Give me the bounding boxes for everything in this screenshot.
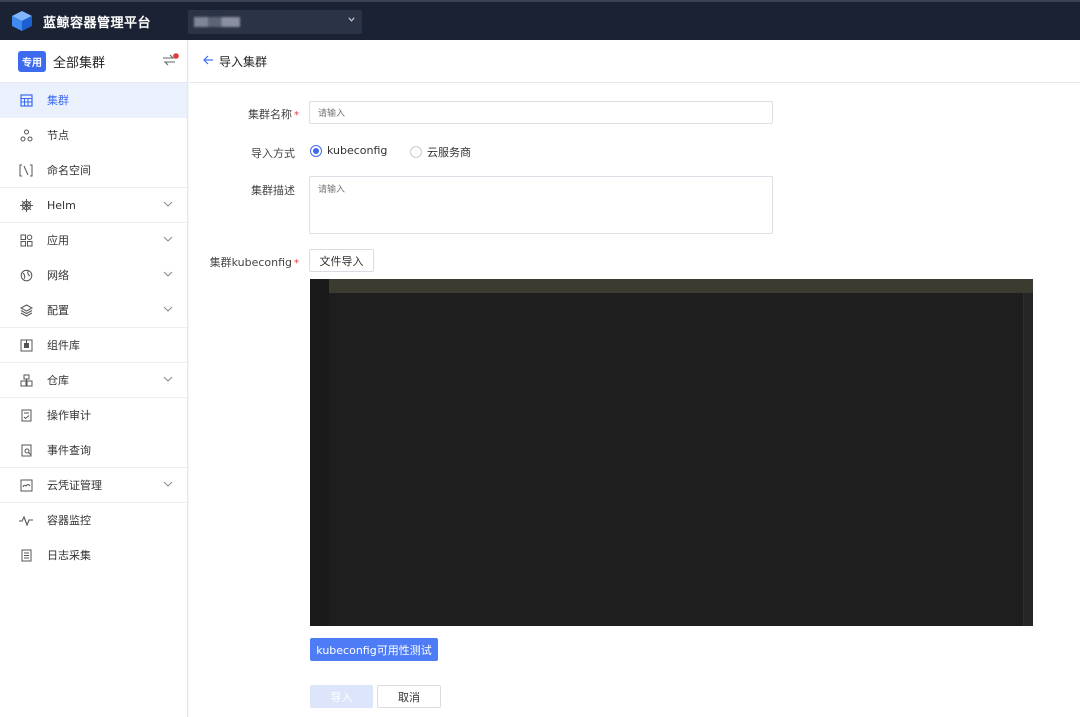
required-mark: * [294,110,299,121]
editor-gutter [310,279,329,626]
chevron-down-icon [163,271,173,277]
cancel-button[interactable]: 取消 [377,685,441,708]
cluster-name-label-text: 集群名称 [248,108,292,121]
environment-select[interactable] [188,10,362,34]
chevron-down-icon [163,376,173,382]
sidebar-item-helm[interactable]: Helm [0,188,187,223]
sidebar-item-events[interactable]: 事件查询 [0,433,187,468]
audit-icon [19,408,33,422]
sidebar-item-namespace[interactable]: 命名空间 [0,153,187,188]
switch-cluster-icon[interactable] [161,53,179,67]
sidebar-item-label: 事件查询 [47,444,91,457]
cluster-desc-label: 集群描述 [251,184,295,197]
top-bar: 蓝鲸容器管理平台 [0,0,1080,40]
sidebar-item-credentials[interactable]: 云凭证管理 [0,468,187,503]
sidebar-item-label: 仓库 [47,374,69,387]
cluster-name-label: 集群名称 * [179,106,299,122]
environment-select-value [194,17,240,27]
sidebar-item-monitoring[interactable]: 容器监控 [0,503,187,538]
main-panel: 导入集群 集群名称* 导入方式 kubeconfig 云服务商 集群描述 集群k… [189,40,1080,717]
repository-icon [19,373,33,387]
sidebar-item-label: 云凭证管理 [47,479,102,492]
brand-title: 蓝鲸容器管理平台 [43,15,152,31]
layers-icon [19,303,33,317]
helm-wheel-icon [19,198,33,212]
kubeconfig-test-button[interactable]: kubeconfig可用性测试 [310,638,438,661]
credential-icon [19,478,33,492]
sidebar-item-logs[interactable]: 日志采集 [0,538,187,573]
sidebar-item-components[interactable]: 组件库 [0,328,187,363]
component-icon [19,338,33,352]
editor-scrollbar[interactable] [1023,293,1033,626]
sidebar-title: 全部集群 [53,55,106,71]
radio-kubeconfig[interactable]: kubeconfig [310,144,387,157]
chevron-down-icon [163,236,173,242]
radio-cloud-provider-label: 云服务商 [427,146,471,159]
sidebar-item-label: 日志采集 [47,549,91,562]
grid-calendar-icon [19,93,33,107]
kubeconfig-label-text: 集群kubeconfig [209,256,292,269]
chevron-down-icon [163,201,173,207]
pulse-icon [19,513,33,527]
sidebar-item-label: 操作审计 [47,409,91,422]
sidebar-item-node[interactable]: 节点 [0,118,187,153]
cluster-name-input[interactable] [309,101,773,124]
sidebar-item-label: 配置 [47,304,69,317]
file-import-button[interactable]: 文件导入 [309,249,374,272]
page-header: 导入集群 [189,40,1080,83]
logo-cube-icon [12,11,32,31]
network-icon [19,268,33,282]
import-method-label: 导入方式 [251,147,295,160]
page-title: 导入集群 [219,54,268,69]
sidebar-item-label: 命名空间 [47,164,91,177]
radio-cloud-provider[interactable]: 云服务商 [410,144,471,160]
sidebar-item-repository[interactable]: 仓库 [0,363,187,398]
sidebar-item-config[interactable]: 配置 [0,293,187,328]
cluster-switcher[interactable]: 专用 全部集群 [0,40,187,83]
sidebar-item-label: 容器监控 [47,514,91,527]
chevron-down-icon [163,306,173,312]
apps-icon [19,233,33,247]
required-mark: * [294,258,299,269]
sidebar-item-audit[interactable]: 操作审计 [0,398,187,433]
namespace-icon [19,163,33,177]
back-arrow-icon[interactable] [203,54,214,69]
sidebar-item-label: 组件库 [47,339,80,352]
sidebar-item-label: Helm [47,198,76,212]
sidebar: 专用 全部集群 集群 节点 命名空间 Helm 应用 网络 配置 组件库 仓库 … [0,40,188,717]
sidebar-item-label: 集群 [47,94,69,107]
kubeconfig-editor[interactable] [310,279,1033,626]
sidebar-item-network[interactable]: 网络 [0,258,187,293]
cluster-desc-textarea[interactable] [309,176,773,234]
event-icon [19,443,33,457]
radio-unchecked-icon [410,146,422,158]
radio-kubeconfig-label: kubeconfig [327,144,388,157]
sidebar-item-label: 节点 [47,129,69,142]
radio-checked-icon [310,144,322,157]
kubeconfig-label: 集群kubeconfig * [179,254,299,270]
sidebar-item-apps[interactable]: 应用 [0,223,187,258]
dedicated-tag: 专用 [18,50,46,72]
sidebar-item-label: 网络 [47,269,69,282]
chevron-down-icon [348,17,355,22]
chevron-down-icon [163,481,173,487]
node-icon [19,128,33,142]
editor-active-line [329,279,1033,293]
log-icon [19,548,33,562]
sidebar-item-cluster[interactable]: 集群 [0,83,187,118]
import-submit-button[interactable]: 导入 [310,685,373,708]
sidebar-item-label: 应用 [47,234,69,247]
